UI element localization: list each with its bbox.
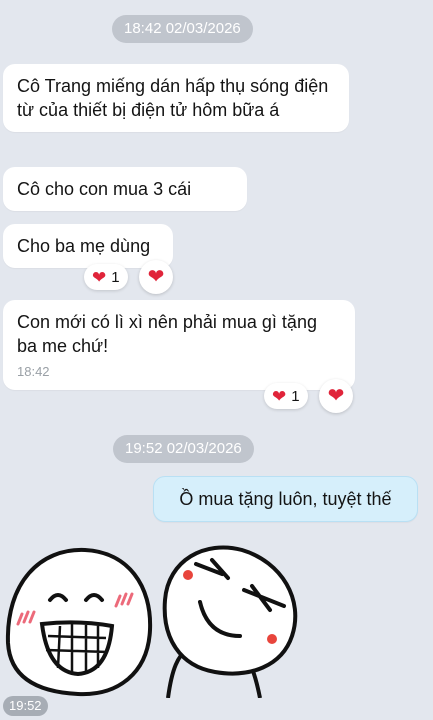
heart-icon: ❤ [92,267,107,287]
message-bubble[interactable]: Cô Trang miếng dán hấp thụ sóng điện từ … [3,64,349,132]
smug-face-sticker [162,545,298,698]
message-bubble[interactable]: Cô cho con mua 3 cái [3,167,247,211]
message-text: Cô cho con mua 3 cái [17,179,192,199]
outgoing-message-bubble[interactable]: Ồ mua tặng luôn, tuyệt thế [153,476,418,522]
reaction-count: 1 [111,268,120,286]
reaction-count-badge[interactable]: ❤ 1 [84,264,128,290]
message-time: 19:52 [3,696,48,716]
react-heart-button[interactable]: ❤ [139,260,173,294]
sticker-image[interactable] [0,538,310,698]
message-bubble[interactable]: Con mới có lì xì nên phải mua gì tặng ba… [3,300,355,390]
message-text: Ồ mua tặng luôn, tuyệt thế [179,489,392,509]
react-heart-button[interactable]: ❤ [319,379,353,413]
message-text: Con mới có lì xì nên phải mua gì tặng ba… [17,312,317,356]
reaction-count: 1 [291,387,300,405]
date-divider: 19:52 02/03/2026 [113,435,254,463]
date-divider: 18:42 02/03/2026 [112,15,253,43]
laughing-face-sticker [5,547,153,697]
message-text: Cô Trang miếng dán hấp thụ sóng điện từ … [17,76,329,120]
reaction-count-badge[interactable]: ❤ 1 [264,383,308,409]
message-time: 18:42 [17,364,50,379]
heart-icon: ❤ [327,385,345,407]
heart-icon: ❤ [147,266,165,288]
message-text: Cho ba mẹ dùng [17,236,151,256]
heart-icon: ❤ [272,386,287,406]
